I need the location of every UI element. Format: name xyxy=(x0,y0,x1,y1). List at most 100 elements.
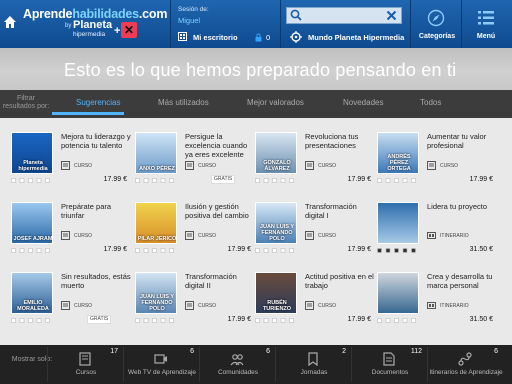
rating-star xyxy=(11,248,16,253)
course-title[interactable]: Prepárate para triunfar xyxy=(61,202,133,220)
rating-star xyxy=(385,178,391,183)
rating-star xyxy=(263,248,269,253)
course-price: 17.99 € xyxy=(469,176,493,183)
tab-mas-utilizados[interactable]: Más utilizados xyxy=(158,98,209,107)
course-title[interactable]: Crea y desarrolla tu marca personal xyxy=(427,272,499,290)
course-card[interactable]: ANDRÉS PÉREZ ORTEGA Aumentar tu valor pro… xyxy=(377,132,493,188)
course-title[interactable]: Transformación digital II xyxy=(185,272,257,290)
clear-search-icon[interactable] xyxy=(386,10,397,21)
rating-star xyxy=(152,248,157,253)
course-thumbnail[interactable]: ANDRÉS PÉREZ ORTEGA xyxy=(377,132,419,174)
course-card[interactable]: EMILIO MORALEDA Sin resultados, estás mue… xyxy=(11,272,131,328)
rating-stars xyxy=(11,178,50,183)
rating-stars xyxy=(377,318,416,323)
course-thumbnail[interactable]: ANXO PÉREZ xyxy=(135,132,177,174)
rating-star xyxy=(28,178,33,183)
course-title[interactable]: Aumentar tu valor profesional xyxy=(427,132,499,150)
tab-novedades[interactable]: Novedades xyxy=(343,98,383,107)
course-title[interactable]: Persigue la excelencia cuando ya eres ex… xyxy=(185,132,257,159)
course-title[interactable]: Mejora tu liderazgo y potencia tu talent… xyxy=(61,132,133,150)
course-card[interactable]: PILAR JERICÓ Ilusión y gestión positiva d… xyxy=(135,202,251,258)
course-icon xyxy=(185,301,194,310)
rating-stars xyxy=(255,248,294,253)
course-thumbnail[interactable]: EMILIO MORALEDA xyxy=(11,272,53,314)
course-card[interactable]: JOSEF AJRAM Prepárate para triunfar CURSO 1… xyxy=(11,202,127,258)
course-thumbnail[interactable]: JOSEF AJRAM xyxy=(11,202,53,244)
menu-button[interactable]: Menú xyxy=(466,33,506,40)
rating-star xyxy=(36,178,42,183)
course-thumbnail[interactable]: Planeta hipermedia xyxy=(11,132,53,174)
course-title[interactable]: Transformación digital I xyxy=(305,202,377,220)
course-thumbnail[interactable]: GONZALO ÁLVAREZ xyxy=(255,132,297,174)
course-card[interactable]: Planeta hipermedia Mejora tu liderazgo y … xyxy=(11,132,131,188)
partner-logo-icon: ✕ xyxy=(121,22,137,38)
rating-star xyxy=(19,318,25,323)
rating-star xyxy=(11,318,16,323)
course-title[interactable]: Ilusión y gestión positiva del cambio xyxy=(185,202,257,220)
my-desktop-link[interactable]: Mi escritorio xyxy=(193,33,238,42)
thumbnail-caption: PILAR JERICÓ xyxy=(137,236,177,242)
course-title[interactable]: Revoluciona tus presentaciones xyxy=(305,132,377,150)
rating-star xyxy=(169,248,174,253)
course-price: 17.99 € xyxy=(347,246,371,253)
course-thumbnail[interactable]: JUAN LUIS Y FERNANDO POLO xyxy=(135,272,177,314)
rating-star xyxy=(160,248,166,253)
course-title[interactable]: Lidera tu proyecto xyxy=(427,202,499,211)
compass-icon[interactable] xyxy=(427,9,445,27)
rating-star xyxy=(19,178,25,183)
course-thumbnail[interactable] xyxy=(377,202,419,244)
course-thumbnail[interactable]: PILAR JERICÓ xyxy=(135,202,177,244)
course-thumbnail[interactable]: RUBÉN TURIENZO xyxy=(255,272,297,314)
thumbnail-caption: Planeta hipermedia xyxy=(18,160,48,172)
rating-stars xyxy=(377,248,416,253)
course-title[interactable]: Sin resultados, estás muerto xyxy=(61,272,133,290)
course-card[interactable]: Crea y desarrolla tu marca personal ITINE… xyxy=(377,272,493,328)
rating-stars xyxy=(255,178,294,183)
rating-star xyxy=(385,318,391,323)
course-title[interactable]: Actitud positiva en el trabajo xyxy=(305,272,377,290)
rating-star xyxy=(289,178,294,183)
divider xyxy=(170,0,171,48)
search-box[interactable] xyxy=(286,7,402,24)
search-input[interactable] xyxy=(307,10,377,22)
tab-todos[interactable]: Todos xyxy=(420,98,441,107)
notification-count: 0 xyxy=(266,33,271,42)
tab-mejor-valorados[interactable]: Mejor valorados xyxy=(247,98,304,107)
free-badge: GRATIS xyxy=(211,175,236,184)
course-thumbnail[interactable] xyxy=(377,272,419,314)
filter-tab-cursos[interactable]: Cursos 17 xyxy=(47,347,123,382)
filter-tab-label: Itinerarios de Aprendizaje xyxy=(429,369,503,376)
course-card[interactable]: ANXO PÉREZ Persigue la excelencia cuando … xyxy=(135,132,251,188)
tab-sugerencias[interactable]: Sugerencias xyxy=(76,98,120,107)
course-icon xyxy=(427,161,436,170)
categories-button[interactable]: Categorías xyxy=(415,33,459,40)
session-user[interactable]: Miguel xyxy=(178,16,200,25)
course-card[interactable]: JUAN LUIS Y FERNANDO POLO Transformación … xyxy=(135,272,251,328)
filter-tab-web[interactable]: Web TV de Aprendizaje 6 xyxy=(123,347,199,382)
filter-tab-documentos[interactable]: Documentos 112 xyxy=(351,347,427,382)
course-card[interactable]: RUBÉN TURIENZO Actitud positiva en el tra… xyxy=(255,272,374,328)
world-planeta-link[interactable]: Mundo Planeta Hipermedia xyxy=(308,33,404,42)
rating-star xyxy=(289,318,294,323)
content-type: CURSO xyxy=(74,163,93,169)
course-thumbnail[interactable]: JUAN LUIS Y FERNANDO POLO xyxy=(255,202,297,244)
menu-list-icon[interactable] xyxy=(478,10,494,26)
filter-tab-jornadas[interactable]: Jornadas 2 xyxy=(275,347,351,382)
rating-star xyxy=(280,248,286,253)
home-icon[interactable] xyxy=(3,15,17,29)
course-card[interactable]: JUAN LUIS Y FERNANDO POLO Transformación … xyxy=(255,202,371,258)
rating-star xyxy=(385,248,391,253)
rating-star xyxy=(280,318,286,323)
rating-stars xyxy=(135,178,174,183)
content-type: CURSO xyxy=(440,163,459,169)
course-price: 31.50 € xyxy=(469,246,493,253)
filter-tab-itinerarios[interactable]: Itinerarios de Aprendizaje 6 xyxy=(427,347,503,382)
rating-star xyxy=(11,178,16,183)
rating-star xyxy=(36,248,42,253)
filter-tab-count: 17 xyxy=(110,348,118,355)
course-card[interactable]: GONZALO ÁLVAREZ Revoluciona tus presentac… xyxy=(255,132,371,188)
session-label: Sesión de: xyxy=(178,6,209,13)
course-card[interactable]: Lidera tu proyecto ITINERARIO 31.50 € xyxy=(377,202,493,258)
filter-tab-comunidades[interactable]: Comunidades 6 xyxy=(199,347,275,382)
search-icon[interactable] xyxy=(290,9,302,21)
